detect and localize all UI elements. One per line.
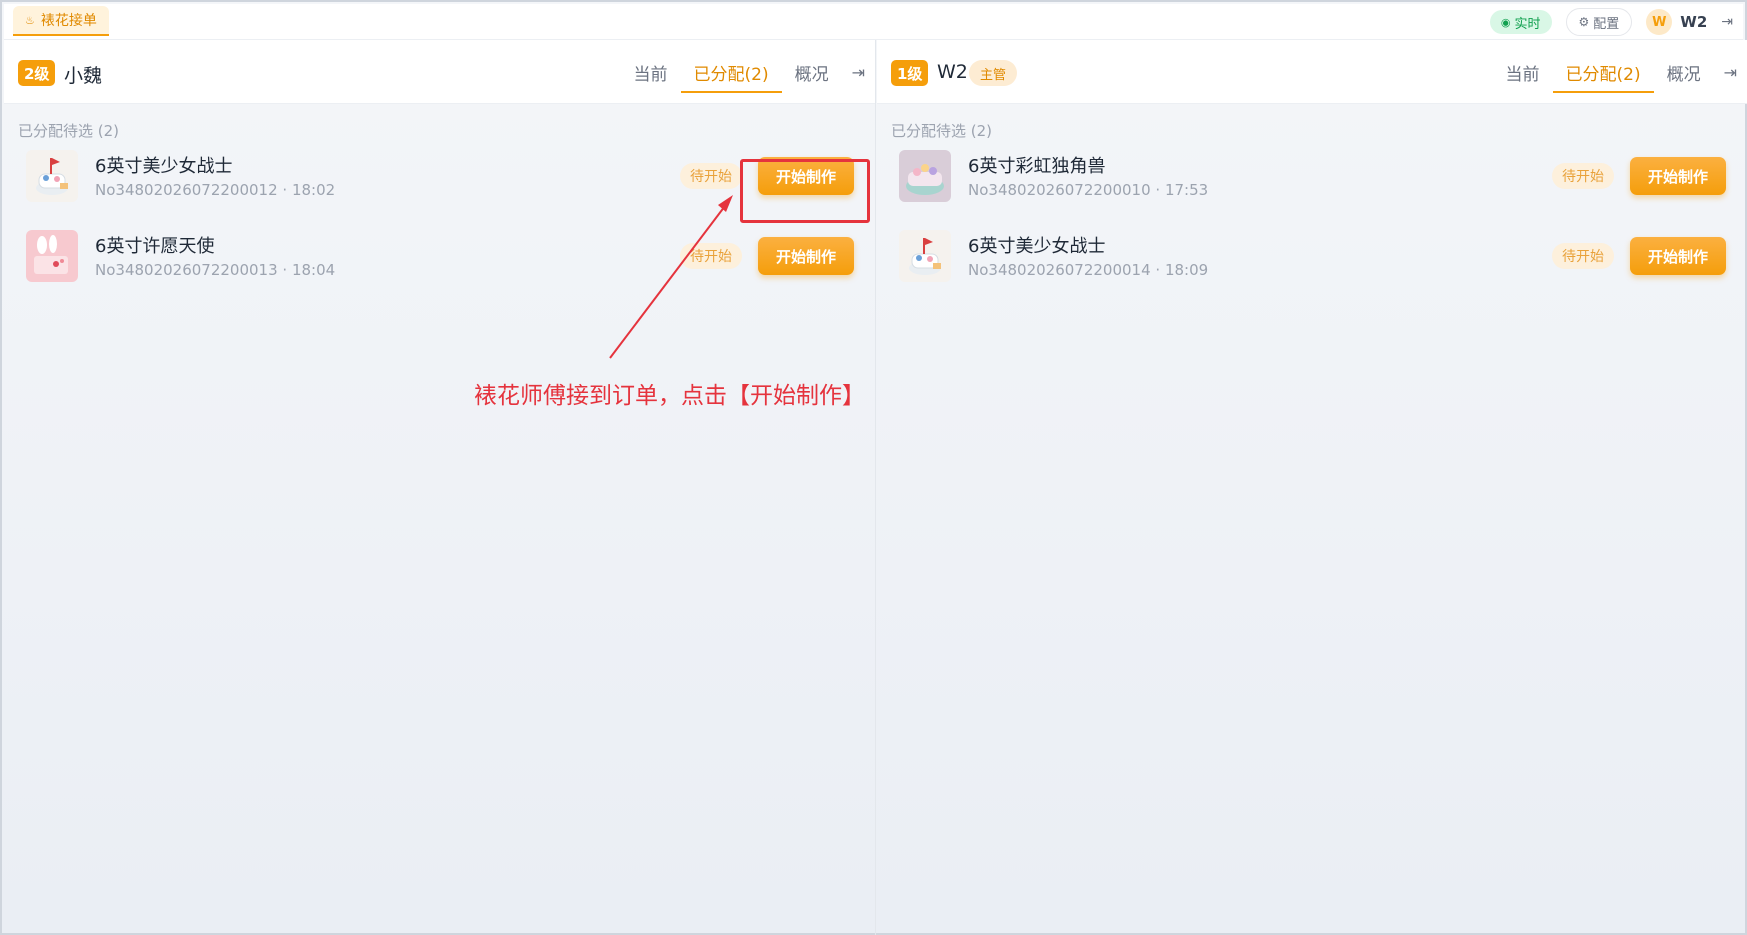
order-meta: No34802026072200010 · 17:53 [968, 181, 1209, 199]
status-badge: 待开始 [680, 243, 742, 269]
list-item: 6英寸美少女战士 No34802026072200012 · 18:02 待开始… [24, 145, 864, 207]
app-tab-label: 裱花接单 [40, 13, 97, 29]
exit-icon[interactable]: ⇥ [842, 40, 875, 104]
panel-header: 2级 小魏 当前 已分配(2) 概况 ⇥ [4, 40, 875, 104]
list-item: 6英寸许愿天使 No34802026072200013 · 18:04 待开始 … [24, 225, 864, 287]
order-meta: No34802026072200014 · 18:09 [968, 261, 1209, 279]
avatar: W [1646, 9, 1673, 35]
cake-thumbnail [26, 230, 78, 282]
start-production-button[interactable]: 开始制作 [1630, 157, 1726, 195]
annotation-text: 裱花师傅接到订单，点击【开始制作】 [474, 383, 865, 409]
order-title: 6英寸彩虹独角兽 [968, 156, 1106, 177]
tab-bar: 当前 已分配(2) 概况 ⇥ [1493, 40, 1747, 104]
order-meta: No34802026072200012 · 18:02 [95, 181, 336, 199]
start-production-button[interactable]: 开始制作 [758, 157, 854, 195]
tab-overview[interactable]: 概况 [782, 40, 842, 104]
wifi-icon: ◉ [1500, 15, 1511, 29]
tab-bar: 当前 已分配(2) 概况 ⇥ [621, 40, 876, 104]
section-title: 已分配待选 (2) [18, 122, 120, 140]
live-label: 实时 [1514, 16, 1541, 32]
level-badge: 2级 [18, 60, 56, 86]
user-name: W2 [1680, 13, 1708, 31]
config-button[interactable]: ⚙ 配置 [1565, 8, 1633, 36]
gear-icon: ⚙ [1578, 15, 1590, 29]
level-badge: 1级 [891, 60, 929, 86]
panel-name: 小魏 [64, 65, 103, 87]
cake-thumbnail [26, 150, 78, 202]
tab-current[interactable]: 当前 [1493, 40, 1553, 104]
tab-assigned[interactable]: 已分配(2) [1552, 40, 1654, 104]
cake-thumbnail [899, 150, 951, 202]
status-badge: 待开始 [1552, 163, 1614, 189]
logout-icon[interactable]: ⇥ [1721, 14, 1733, 30]
tab-overview[interactable]: 概况 [1654, 40, 1714, 104]
app-tab[interactable]: ♨ 裱花接单 [13, 6, 109, 36]
section-title: 已分配待选 (2) [891, 122, 993, 140]
start-production-button[interactable]: 开始制作 [758, 237, 854, 275]
order-title: 6英寸美少女战士 [95, 156, 233, 177]
panel-name: W2 [937, 61, 968, 83]
start-production-button[interactable]: 开始制作 [1630, 237, 1726, 275]
cake-thumbnail [899, 230, 951, 282]
exit-icon[interactable]: ⇥ [1714, 40, 1747, 104]
status-badge: 待开始 [1552, 243, 1614, 269]
panel-right: 1级 W2 主管 当前 已分配(2) 概况 ⇥ 已分配待选 (2) 6英寸彩虹独… [877, 40, 1747, 935]
list-item: 6英寸美少女战士 No34802026072200014 · 18:09 待开始… [897, 225, 1737, 287]
top-bar: ♨ 裱花接单 ◉ 实时 ⚙ 配置 W W2 ⇥ [4, 4, 1743, 40]
role-badge: 主管 [969, 60, 1018, 86]
live-status-badge: ◉ 实时 [1489, 10, 1552, 34]
panel-left: 2级 小魏 当前 已分配(2) 概况 ⇥ 已分配待选 (2) 6英寸美少女战士 … [4, 40, 876, 935]
list-item: 6英寸彩虹独角兽 No34802026072200010 · 17:53 待开始… [897, 145, 1737, 207]
user-menu[interactable]: W W2 [1646, 9, 1707, 35]
order-title: 6英寸美少女战士 [968, 236, 1106, 257]
config-label: 配置 [1593, 16, 1620, 32]
status-badge: 待开始 [680, 163, 742, 189]
tab-assigned[interactable]: 已分配(2) [680, 40, 782, 104]
top-right-controls: ◉ 实时 ⚙ 配置 W W2 ⇥ [1489, 8, 1733, 36]
tab-current[interactable]: 当前 [621, 40, 681, 104]
order-title: 6英寸许愿天使 [95, 236, 215, 257]
order-meta: No34802026072200013 · 18:04 [95, 261, 336, 279]
panel-header: 1级 W2 主管 当前 已分配(2) 概况 ⇥ [877, 40, 1747, 104]
app-window: ♨ 裱花接单 ◉ 实时 ⚙ 配置 W W2 ⇥ 2级 小魏 当前 已分配(2) … [0, 0, 1747, 935]
cake-icon: ♨ [25, 13, 35, 27]
